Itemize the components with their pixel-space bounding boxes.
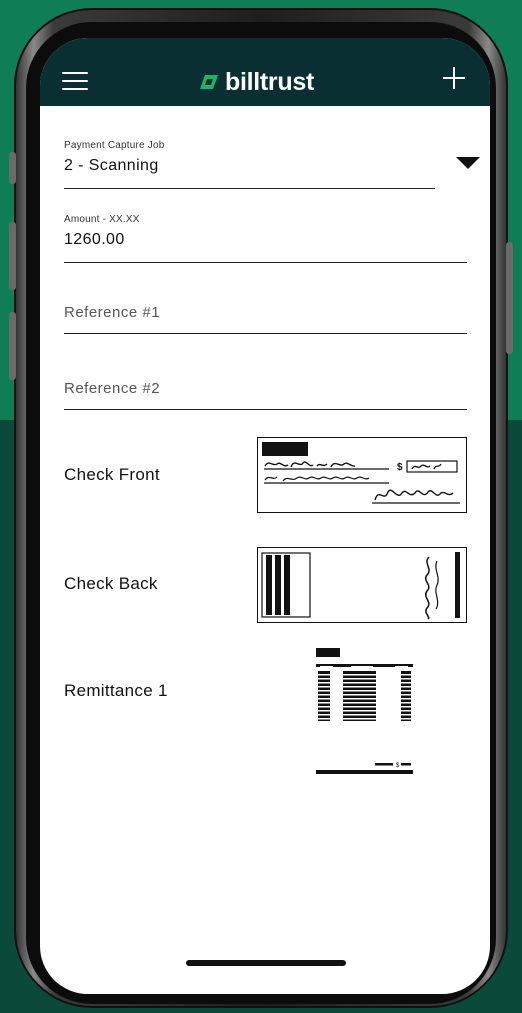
app-header: billtrust: [40, 38, 490, 106]
chevron-down-icon[interactable]: [456, 157, 480, 169]
payment-capture-job-select[interactable]: Payment Capture Job 2 - Scanning: [64, 140, 435, 175]
check-back-label: Check Back: [64, 574, 158, 593]
check-front-image[interactable]: $: [257, 437, 467, 514]
svg-text:$: $: [396, 763, 400, 769]
reference-1-input[interactable]: Reference #1: [64, 304, 467, 321]
hamburger-menu-icon[interactable]: [62, 72, 88, 90]
svg-text:$: $: [397, 462, 403, 473]
job-field-underline: [64, 188, 435, 189]
amount-field[interactable]: Amount - XX.XX 1260.00: [64, 214, 467, 249]
check-back-image[interactable]: [257, 547, 467, 624]
check-front-label: Check Front: [64, 465, 160, 484]
mute-switch: [9, 152, 16, 184]
reference-1-placeholder: Reference #1: [64, 304, 161, 321]
reference-1-underline: [64, 333, 467, 334]
job-field-value: 2 - Scanning: [64, 157, 159, 174]
remittance-document-image[interactable]: $: [315, 647, 415, 782]
brand-name: billtrust: [225, 67, 314, 96]
amount-field-value: 1260.00: [64, 231, 125, 248]
reference-2-placeholder: Reference #2: [64, 380, 161, 397]
power-button: [506, 242, 513, 354]
reference-2-input[interactable]: Reference #2: [64, 380, 467, 397]
remittance-1-label: Remittance 1: [64, 681, 168, 700]
job-field-label: Payment Capture Job: [64, 140, 165, 151]
amount-field-label: Amount - XX.XX: [64, 214, 140, 225]
volume-down-button: [9, 312, 16, 380]
phone-screen: billtrust Payment Capture Job 2 - Scanni…: [40, 38, 490, 994]
billtrust-logo-icon: [200, 75, 218, 89]
reference-2-underline: [64, 409, 467, 410]
volume-up-button: [9, 222, 16, 290]
amount-field-underline: [64, 262, 467, 263]
brand-logo: billtrust: [199, 67, 314, 97]
plus-icon[interactable]: [443, 67, 465, 89]
home-indicator[interactable]: [186, 960, 346, 966]
